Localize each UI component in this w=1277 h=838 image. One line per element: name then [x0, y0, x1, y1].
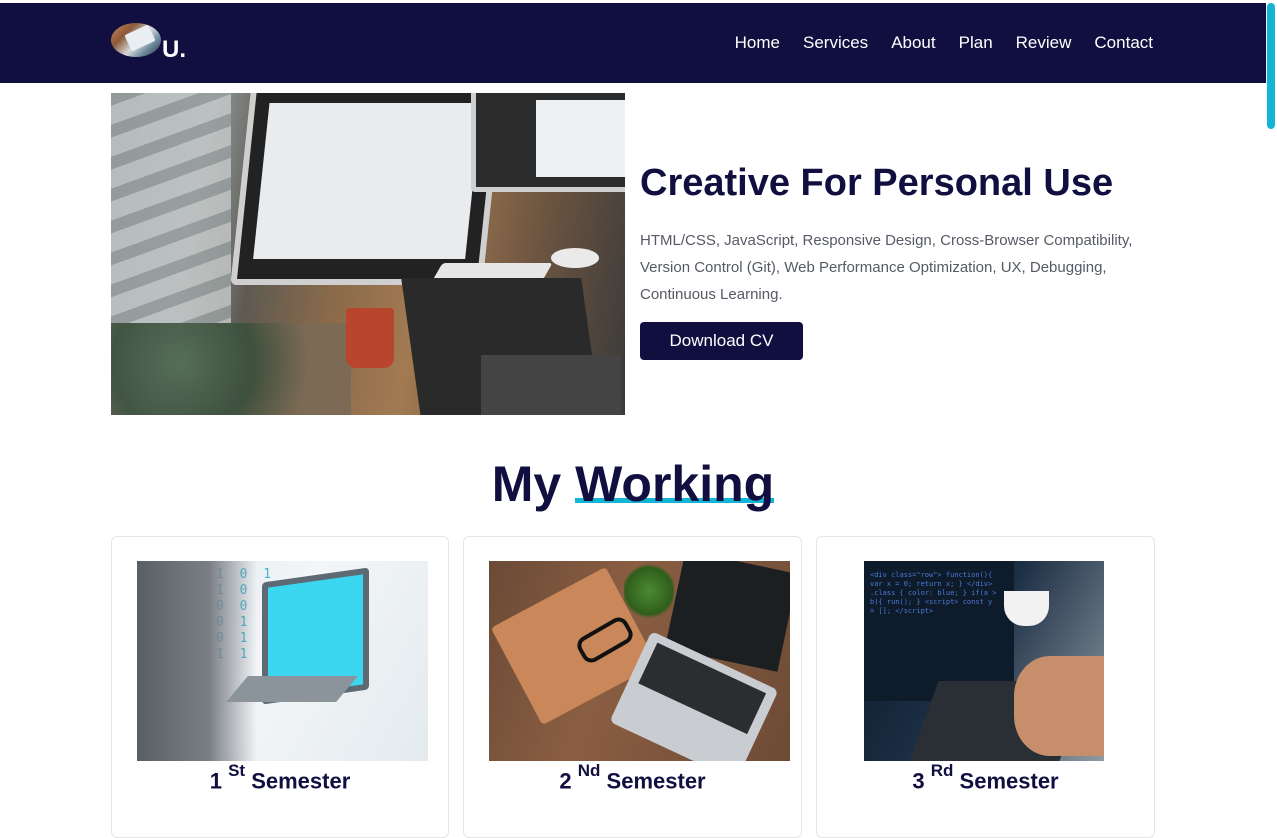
navbar: U. Home Services About Plan Review Conta…: [0, 3, 1266, 83]
semester-1-suffix: St: [228, 761, 246, 780]
nav-plan-link[interactable]: Plan: [959, 33, 993, 53]
semester-1-number: 1: [209, 768, 222, 794]
semester-card-3[interactable]: <div class="row"> function(){ var x = 0;…: [816, 536, 1155, 838]
scrollbar-thumb[interactable]: [1267, 3, 1275, 129]
hero-image: [111, 93, 625, 415]
nav-review-link[interactable]: Review: [1016, 33, 1072, 53]
semester-2-suffix: Nd: [577, 761, 601, 780]
section-title-highlight: Working: [575, 455, 775, 513]
semester-2-image: [489, 561, 790, 761]
semester-card-1[interactable]: 1 0 1 1 0 1 0 0 1 1 0 1 0 1 1 0 0 1 0 1 …: [111, 536, 449, 838]
semester-3-label: Semester: [959, 768, 1059, 794]
download-cv-button[interactable]: Download CV: [640, 322, 803, 360]
nav-home-link[interactable]: Home: [735, 33, 780, 53]
section-title: My Working: [0, 455, 1266, 513]
semester-3-image: <div class="row"> function(){ var x = 0;…: [864, 561, 1104, 761]
semester-1-label: Semester: [251, 768, 351, 794]
nav-contact-link[interactable]: Contact: [1094, 33, 1153, 53]
logo-text: U.: [162, 36, 186, 63]
main-nav: Home Services About Plan Review Contact: [712, 3, 1153, 83]
semester-3-suffix: Rd: [930, 761, 954, 780]
section-title-prefix: My: [491, 456, 562, 512]
hero-description: HTML/CSS, JavaScript, Responsive Design,…: [640, 232, 1133, 303]
semester-2-title: 2 Nd Semester: [464, 761, 801, 794]
semester-3-number: 3: [912, 768, 925, 794]
logo[interactable]: U.: [111, 23, 191, 63]
section-title-highlight-text: Working: [575, 456, 775, 512]
hero-title: Creative For Personal Use: [640, 162, 1114, 204]
semester-card-2[interactable]: 2 Nd Semester: [463, 536, 802, 838]
semester-2-label: Semester: [606, 768, 706, 794]
semester-1-image: 1 0 1 1 0 1 0 0 1 1 0 1 0 1 1 0 0 1 0 1 …: [137, 561, 428, 761]
nav-about-link[interactable]: About: [891, 33, 935, 53]
semester-3-title: 3 Rd Semester: [817, 761, 1154, 794]
semester-1-title: 1 St Semester: [112, 761, 448, 794]
hero-text: Creative For Personal Use HTML/CSS, Java…: [640, 162, 1160, 308]
logo-image: [111, 23, 161, 57]
semester-2-number: 2: [559, 768, 572, 794]
nav-services-link[interactable]: Services: [803, 33, 868, 53]
